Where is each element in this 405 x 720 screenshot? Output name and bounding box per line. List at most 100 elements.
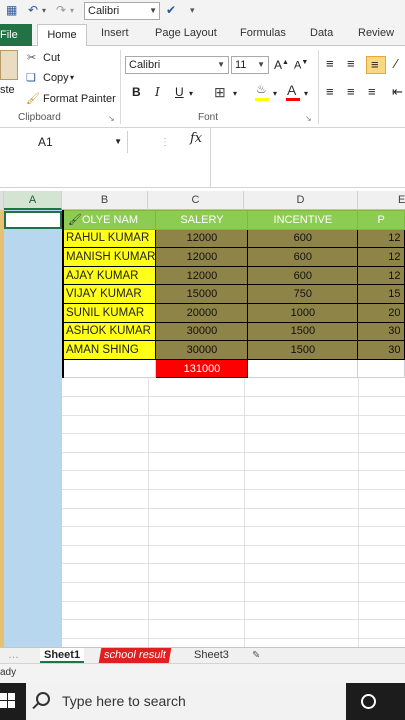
active-cell-a1[interactable] [4, 211, 62, 229]
salary-cell[interactable]: 15000 [155, 284, 249, 304]
tab-review[interactable]: Review [358, 27, 394, 39]
chevron-down-icon[interactable]: ▾ [70, 73, 74, 82]
italic-button[interactable]: I [155, 85, 160, 99]
employee-name-cell[interactable]: SUNIL KUMAR [62, 302, 157, 323]
employee-name-cell[interactable]: AJAY KUMAR [62, 265, 157, 286]
undo-dropdown-icon[interactable]: ▾ [42, 6, 46, 15]
borders-icon[interactable]: ⊞ [214, 84, 226, 101]
incentive-cell[interactable]: 1500 [247, 321, 359, 342]
column-e-cell[interactable]: 12 [357, 228, 405, 249]
paste-label[interactable]: ste [0, 84, 15, 96]
name-box[interactable]: A1 ▼ [0, 131, 128, 153]
taskbar-search-box[interactable]: Type here to search [26, 683, 346, 720]
align-bottom-button[interactable]: ≡ [366, 56, 386, 74]
clipboard-icon[interactable] [0, 50, 18, 80]
sheet-tab-school-result[interactable]: school result [98, 648, 172, 663]
tab-data[interactable]: Data [310, 27, 333, 39]
fill-color-icon[interactable]: ♨ [256, 82, 267, 96]
employee-name-cell[interactable]: VIJAY KUMAR [62, 284, 157, 304]
formula-input[interactable] [210, 128, 405, 188]
new-sheet-icon[interactable]: ✎ [248, 648, 264, 663]
header-incentive[interactable]: INCENTIVE [247, 210, 359, 230]
scroll-tabs-icon[interactable]: … [4, 648, 23, 663]
sheet-tab-sheet1[interactable]: Sheet1 [40, 648, 85, 663]
column-e-cell[interactable]: 12 [357, 265, 405, 286]
chevron-down-icon[interactable]: ▾ [189, 89, 193, 98]
undo-icon[interactable]: ↶ [28, 3, 38, 17]
customize-qat-icon[interactable]: ▾ [190, 5, 195, 16]
salary-cell[interactable]: 12000 [155, 247, 249, 267]
column-header-d[interactable]: D [244, 191, 358, 210]
employee-name-cell[interactable]: ASHOK KUMAR [62, 321, 157, 342]
decrease-indent-icon[interactable]: ⇤ [392, 84, 403, 100]
windows-start-icon[interactable] [0, 693, 16, 709]
column-header-a[interactable]: A [4, 191, 62, 210]
chevron-down-icon[interactable]: ▾ [273, 89, 277, 98]
sheet-tab-sheet3[interactable]: Sheet3 [190, 648, 233, 663]
increase-font-icon[interactable]: A▲ [274, 58, 289, 72]
save-icon[interactable]: ▦ [6, 3, 17, 17]
employee-name-cell[interactable]: MANISH KUMAR [62, 247, 157, 267]
insert-function-button[interactable]: fx [190, 131, 202, 146]
column-header-e[interactable]: E [358, 191, 405, 210]
salary-cell[interactable]: 30000 [155, 321, 249, 342]
total-salary-cell[interactable]: 131000 [155, 358, 249, 379]
column-e-cell[interactable]: 15 [357, 284, 405, 304]
incentive-cell[interactable]: 1500 [247, 340, 359, 360]
salary-cell[interactable]: 12000 [155, 228, 249, 249]
header-employee-name[interactable]: 🖌OLYE NAM [62, 210, 157, 230]
salary-cell[interactable]: 20000 [155, 302, 249, 323]
font-color-icon[interactable]: A [287, 82, 296, 98]
bold-button[interactable]: B [132, 85, 141, 99]
cut-button[interactable]: Cut [43, 52, 60, 64]
selected-column-a[interactable] [4, 210, 62, 647]
clipboard-launcher-icon[interactable]: ↘ [108, 114, 115, 123]
incentive-cell[interactable]: 600 [247, 247, 359, 267]
salary-cell[interactable]: 12000 [155, 265, 249, 286]
tab-page-layout[interactable]: Page Layout [155, 27, 217, 39]
employee-name-cell[interactable]: AMAN SHING [62, 340, 157, 360]
column-header-c[interactable]: C [148, 191, 244, 210]
spelling-check-icon[interactable]: ✔ [166, 3, 176, 17]
align-left-icon[interactable]: ≡ [326, 84, 334, 99]
qat-font-combo[interactable]: Calibri ▼ [84, 2, 160, 20]
orientation-icon[interactable]: ∕ [395, 56, 397, 71]
align-right-icon[interactable]: ≡ [368, 84, 376, 99]
redo-dropdown-icon[interactable]: ▾ [70, 6, 74, 15]
column-e-cell[interactable]: 12 [357, 247, 405, 267]
incentive-cell[interactable]: 1000 [247, 302, 359, 323]
chevron-down-icon[interactable]: ▾ [304, 89, 308, 98]
column-header-b[interactable]: B [62, 191, 148, 210]
tab-home[interactable]: Home [37, 24, 87, 47]
copy-button[interactable]: Copy [43, 72, 69, 84]
cortana-icon[interactable] [361, 694, 376, 709]
incentive-cell[interactable]: 600 [247, 265, 359, 286]
font-launcher-icon[interactable]: ↘ [305, 114, 312, 123]
column-e-cell[interactable]: 30 [357, 321, 405, 342]
tab-file[interactable]: File [0, 24, 32, 46]
employee-name-cell[interactable]: RAHUL KUMAR [62, 228, 157, 249]
incentive-cell[interactable]: 600 [247, 228, 359, 249]
header-e[interactable]: P [357, 210, 405, 230]
total-row-blank-cell[interactable] [247, 358, 359, 379]
align-center-icon[interactable]: ≡ [347, 84, 355, 99]
worksheet-grid[interactable]: A B C D E 🖌OLYE NAM SALERY INCENTIVE P R… [0, 191, 405, 647]
total-row-blank-cell[interactable] [62, 358, 157, 379]
format-painter-button[interactable]: Format Painter [43, 93, 116, 105]
incentive-cell[interactable]: 750 [247, 284, 359, 304]
column-e-cell[interactable]: 20 [357, 302, 405, 323]
salary-cell[interactable]: 30000 [155, 340, 249, 360]
tab-formulas[interactable]: Formulas [240, 27, 286, 39]
redo-icon[interactable]: ↷ [56, 3, 66, 17]
decrease-font-icon[interactable]: A▼ [294, 59, 308, 72]
font-name-combo[interactable]: Calibri ▼ [125, 56, 229, 74]
header-salary[interactable]: SALERY [155, 210, 249, 230]
align-top-icon[interactable]: ≡ [326, 56, 334, 71]
chevron-down-icon[interactable]: ▾ [233, 89, 237, 98]
font-size-combo[interactable]: 11 ▼ [231, 56, 269, 74]
tab-insert[interactable]: Insert [101, 27, 129, 39]
underline-button[interactable]: U [175, 85, 184, 99]
total-row-blank-cell[interactable] [357, 358, 405, 379]
column-e-cell[interactable]: 30 [357, 340, 405, 360]
align-middle-icon[interactable]: ≡ [347, 56, 355, 71]
